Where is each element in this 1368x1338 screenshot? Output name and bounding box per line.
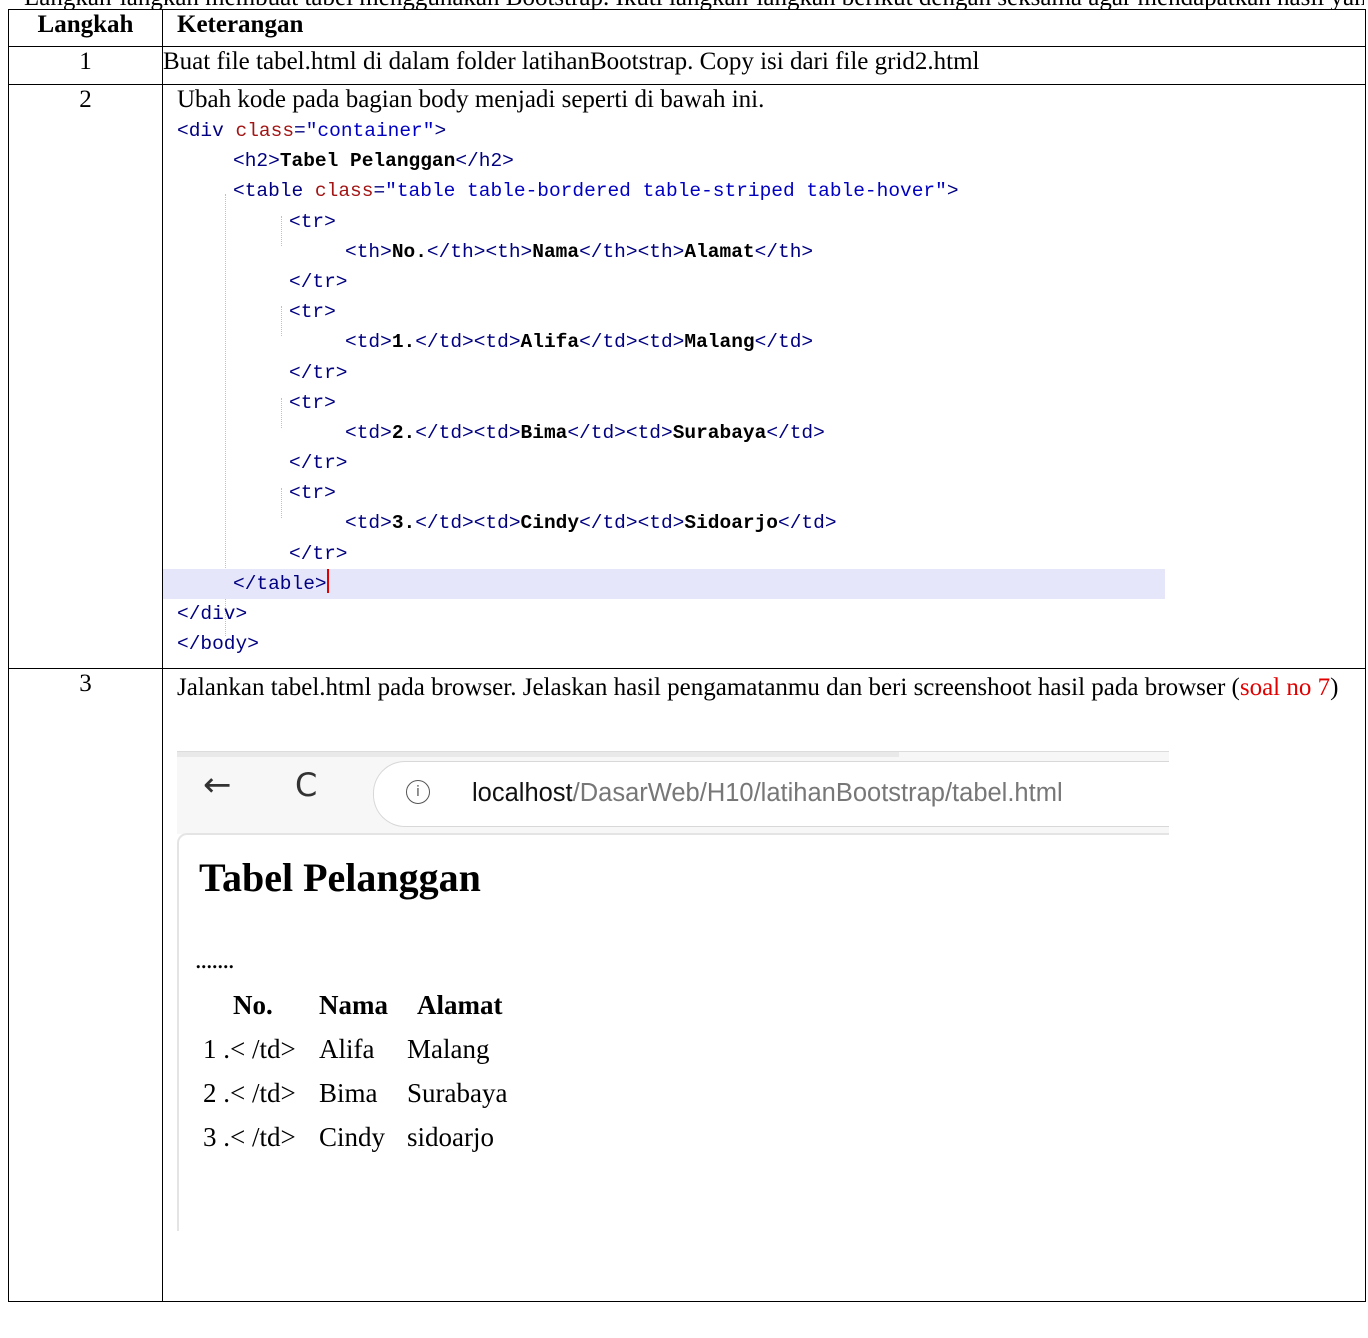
code-line: </body> <box>177 633 259 656</box>
rendered-heading: Tabel Pelanggan <box>199 855 481 900</box>
code-line: </div> <box>177 603 248 625</box>
code-snippet: <div class="container"> <h2>Tabel Pelang… <box>163 116 1365 659</box>
ellipsis-dots: ....... <box>195 945 234 974</box>
table-row: 2 Ubah kode pada bagian body menjadi sep… <box>8 84 1366 669</box>
step-description: Buat file tabel.html di dalam folder lat… <box>162 46 1366 85</box>
code-line: </tr> <box>289 270 348 293</box>
step-content: Jalankan tabel.html pada browser. Jelask… <box>162 668 1366 1302</box>
header-keterangan: Keterangan <box>162 9 1366 47</box>
code-line: <table class="table table-bordered table… <box>233 180 959 203</box>
code-line: <tr> <box>289 482 336 505</box>
code-line: <td>2.</td><td>Bima</td><td>Surabaya</td… <box>345 421 825 444</box>
header-langkah: Langkah <box>8 9 163 47</box>
step-number: 3 <box>8 668 163 1302</box>
code-line: <tr> <box>289 301 336 324</box>
step-description: Ubah kode pada bagian body menjadi seper… <box>177 86 765 113</box>
step-description: Jalankan tabel.html pada browser. Jelask… <box>177 674 1339 701</box>
question-reference: soal no 7 <box>1239 674 1331 701</box>
code-line: <td>1.</td><td>Alifa</td><td>Malang</td> <box>345 331 814 354</box>
browser-toolbar: ← C i localhost/DasarWeb/H10/latihanBoot… <box>177 751 1169 834</box>
info-icon: i <box>406 780 430 804</box>
code-line: <td>3.</td><td>Cindy</td><td>Sidoarjo</t… <box>345 512 837 535</box>
address-bar: i localhost/DasarWeb/H10/latihanBootstra… <box>373 761 1169 827</box>
back-arrow-icon: ← <box>203 765 232 805</box>
code-line: <th>No.</th><th>Nama</th><th>Alamat</th> <box>345 240 814 263</box>
reload-icon: C <box>295 766 318 804</box>
text-cursor <box>326 568 329 593</box>
code-line: </tr> <box>289 452 348 475</box>
code-line: </tr> <box>289 361 348 384</box>
step-number: 1 <box>8 46 163 85</box>
browser-screenshot: ← C i localhost/DasarWeb/H10/latihanBoot… <box>177 751 1169 1231</box>
code-line: <tr> <box>289 210 336 233</box>
highlighted-code-line: </table> <box>163 568 1165 599</box>
cut-off-text-line: Langkah-langkah membuat tabel menggunaka… <box>24 0 1364 9</box>
code-line: <div class="container"> <box>177 120 447 142</box>
table-row: 3 Jalankan tabel.html pada browser. Jela… <box>8 668 1366 1302</box>
steps-table: Langkah Keterangan 1 Buat file tabel.htm… <box>8 9 1366 1302</box>
table-row: 1 Buat file tabel.html di dalam folder l… <box>8 46 1366 85</box>
step-content: Ubah kode pada bagian body menjadi seper… <box>162 84 1366 669</box>
url-text: localhost/DasarWeb/H10/latihanBootstrap/… <box>472 779 1063 807</box>
table-header-row: Langkah Keterangan <box>8 9 1366 47</box>
code-line: <tr> <box>289 391 336 414</box>
tab-strip <box>177 752 899 757</box>
code-line: </tr> <box>289 542 348 565</box>
rendered-page: Tabel Pelanggan ....... No. Nama Alamat … <box>177 833 1169 1231</box>
code-line: <h2>Tabel Pelanggan</h2> <box>233 150 514 173</box>
step-number: 2 <box>8 84 163 669</box>
